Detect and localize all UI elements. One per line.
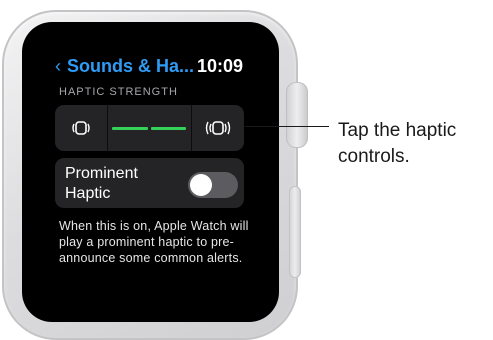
haptic-level-segment xyxy=(150,126,187,130)
callout-text: Tap the haptic controls. xyxy=(338,120,457,167)
haptic-increase-button[interactable] xyxy=(192,105,244,151)
haptic-level-segment xyxy=(112,126,148,130)
back-button-title[interactable]: Sounds & Ha... xyxy=(67,54,194,78)
haptic-level-indicator xyxy=(108,105,193,151)
prominent-haptic-toggle[interactable] xyxy=(188,172,238,198)
haptic-increase-icon xyxy=(205,121,231,135)
callout-leader-line xyxy=(245,126,329,127)
back-chevron-icon[interactable]: ‹ xyxy=(55,54,61,78)
toggle-knob xyxy=(190,174,212,196)
haptic-decrease-button[interactable] xyxy=(55,105,108,151)
status-bar: ‹ Sounds & Ha... 10:09 xyxy=(22,54,279,80)
haptic-strength-control xyxy=(55,105,244,151)
watch-screen: ‹ Sounds & Ha... 10:09 HAPTIC STRENGTH P… xyxy=(22,22,279,322)
prominent-haptic-row[interactable]: Prominent Haptic xyxy=(55,158,244,208)
section-header: HAPTIC STRENGTH xyxy=(59,86,178,98)
side-button[interactable] xyxy=(289,186,301,278)
digital-crown[interactable] xyxy=(286,82,308,148)
clock: 10:09 xyxy=(197,56,244,76)
prominent-haptic-description: When this is on, Apple Watch will play a… xyxy=(59,219,249,265)
prominent-haptic-label: Prominent Haptic xyxy=(65,165,138,202)
haptic-decrease-icon xyxy=(72,121,90,135)
haptic-level-bar xyxy=(112,126,187,130)
